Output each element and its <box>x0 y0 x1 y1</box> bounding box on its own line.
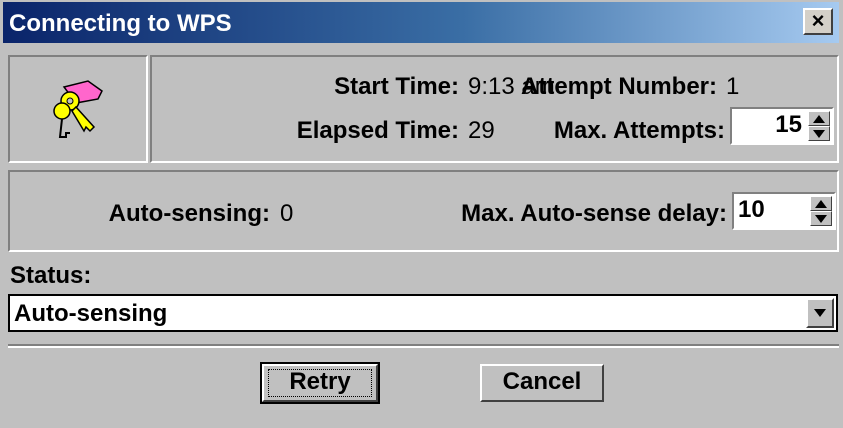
max-autosense-delay-spinner[interactable]: 10 <box>732 192 836 230</box>
max-autosense-delay-label: Max. Auto-sense delay: <box>461 200 727 227</box>
status-label: Status: <box>10 262 92 289</box>
arrow-down-icon <box>813 130 825 138</box>
title-bar[interactable]: Connecting to WPS × <box>3 2 839 43</box>
status-value: Auto-sensing <box>14 300 168 327</box>
separator <box>8 344 839 348</box>
autosensing-label: Auto-sensing: <box>108 200 270 227</box>
spin-down-button[interactable] <box>810 211 832 226</box>
retry-button[interactable]: Retry <box>260 362 380 404</box>
max-attempts-spinner[interactable]: 15 <box>730 107 834 145</box>
max-attempts-value[interactable]: 15 <box>775 111 802 139</box>
window-title: Connecting to WPS <box>9 10 232 37</box>
max-attempts-arrows <box>808 111 830 141</box>
cancel-label: Cancel <box>502 368 582 395</box>
spin-down-button[interactable] <box>808 126 830 141</box>
chevron-down-icon <box>814 309 826 317</box>
focus-rect <box>268 369 372 397</box>
cancel-button[interactable]: Cancel <box>480 364 604 402</box>
start-time-label: Start Time: <box>334 73 459 100</box>
status-dropdown-button[interactable] <box>806 298 834 328</box>
autosense-delay-arrows <box>810 196 832 226</box>
connecting-dialog: Connecting to WPS × Start Time: 9:13 am … <box>0 0 843 428</box>
close-button[interactable]: × <box>803 8 833 35</box>
status-dropdown[interactable]: Auto-sensing <box>8 294 838 332</box>
keys-icon <box>53 80 103 138</box>
icon-panel <box>8 55 148 163</box>
arrow-up-icon <box>813 115 825 123</box>
max-attempts-label: Max. Attempts: <box>553 117 725 144</box>
attempt-number-value: 1 <box>726 73 740 100</box>
autosensing-value: 0 <box>280 200 294 227</box>
max-autosense-delay-value[interactable]: 10 <box>738 196 765 224</box>
close-icon: × <box>811 8 825 33</box>
arrow-down-icon <box>815 215 827 223</box>
arrow-up-icon <box>815 200 827 208</box>
connection-info-panel: Start Time: 9:13 am Elapsed Time: 29 Att… <box>150 55 839 163</box>
spin-up-button[interactable] <box>808 111 830 126</box>
spin-up-button[interactable] <box>810 196 832 211</box>
autosense-panel: Auto-sensing: 0 Max. Auto-sense delay: 1… <box>8 170 839 252</box>
attempt-number-label: Attempt Number: <box>521 73 717 100</box>
elapsed-time-value: 29 <box>468 117 495 144</box>
elapsed-time-label: Elapsed Time: <box>296 117 459 144</box>
